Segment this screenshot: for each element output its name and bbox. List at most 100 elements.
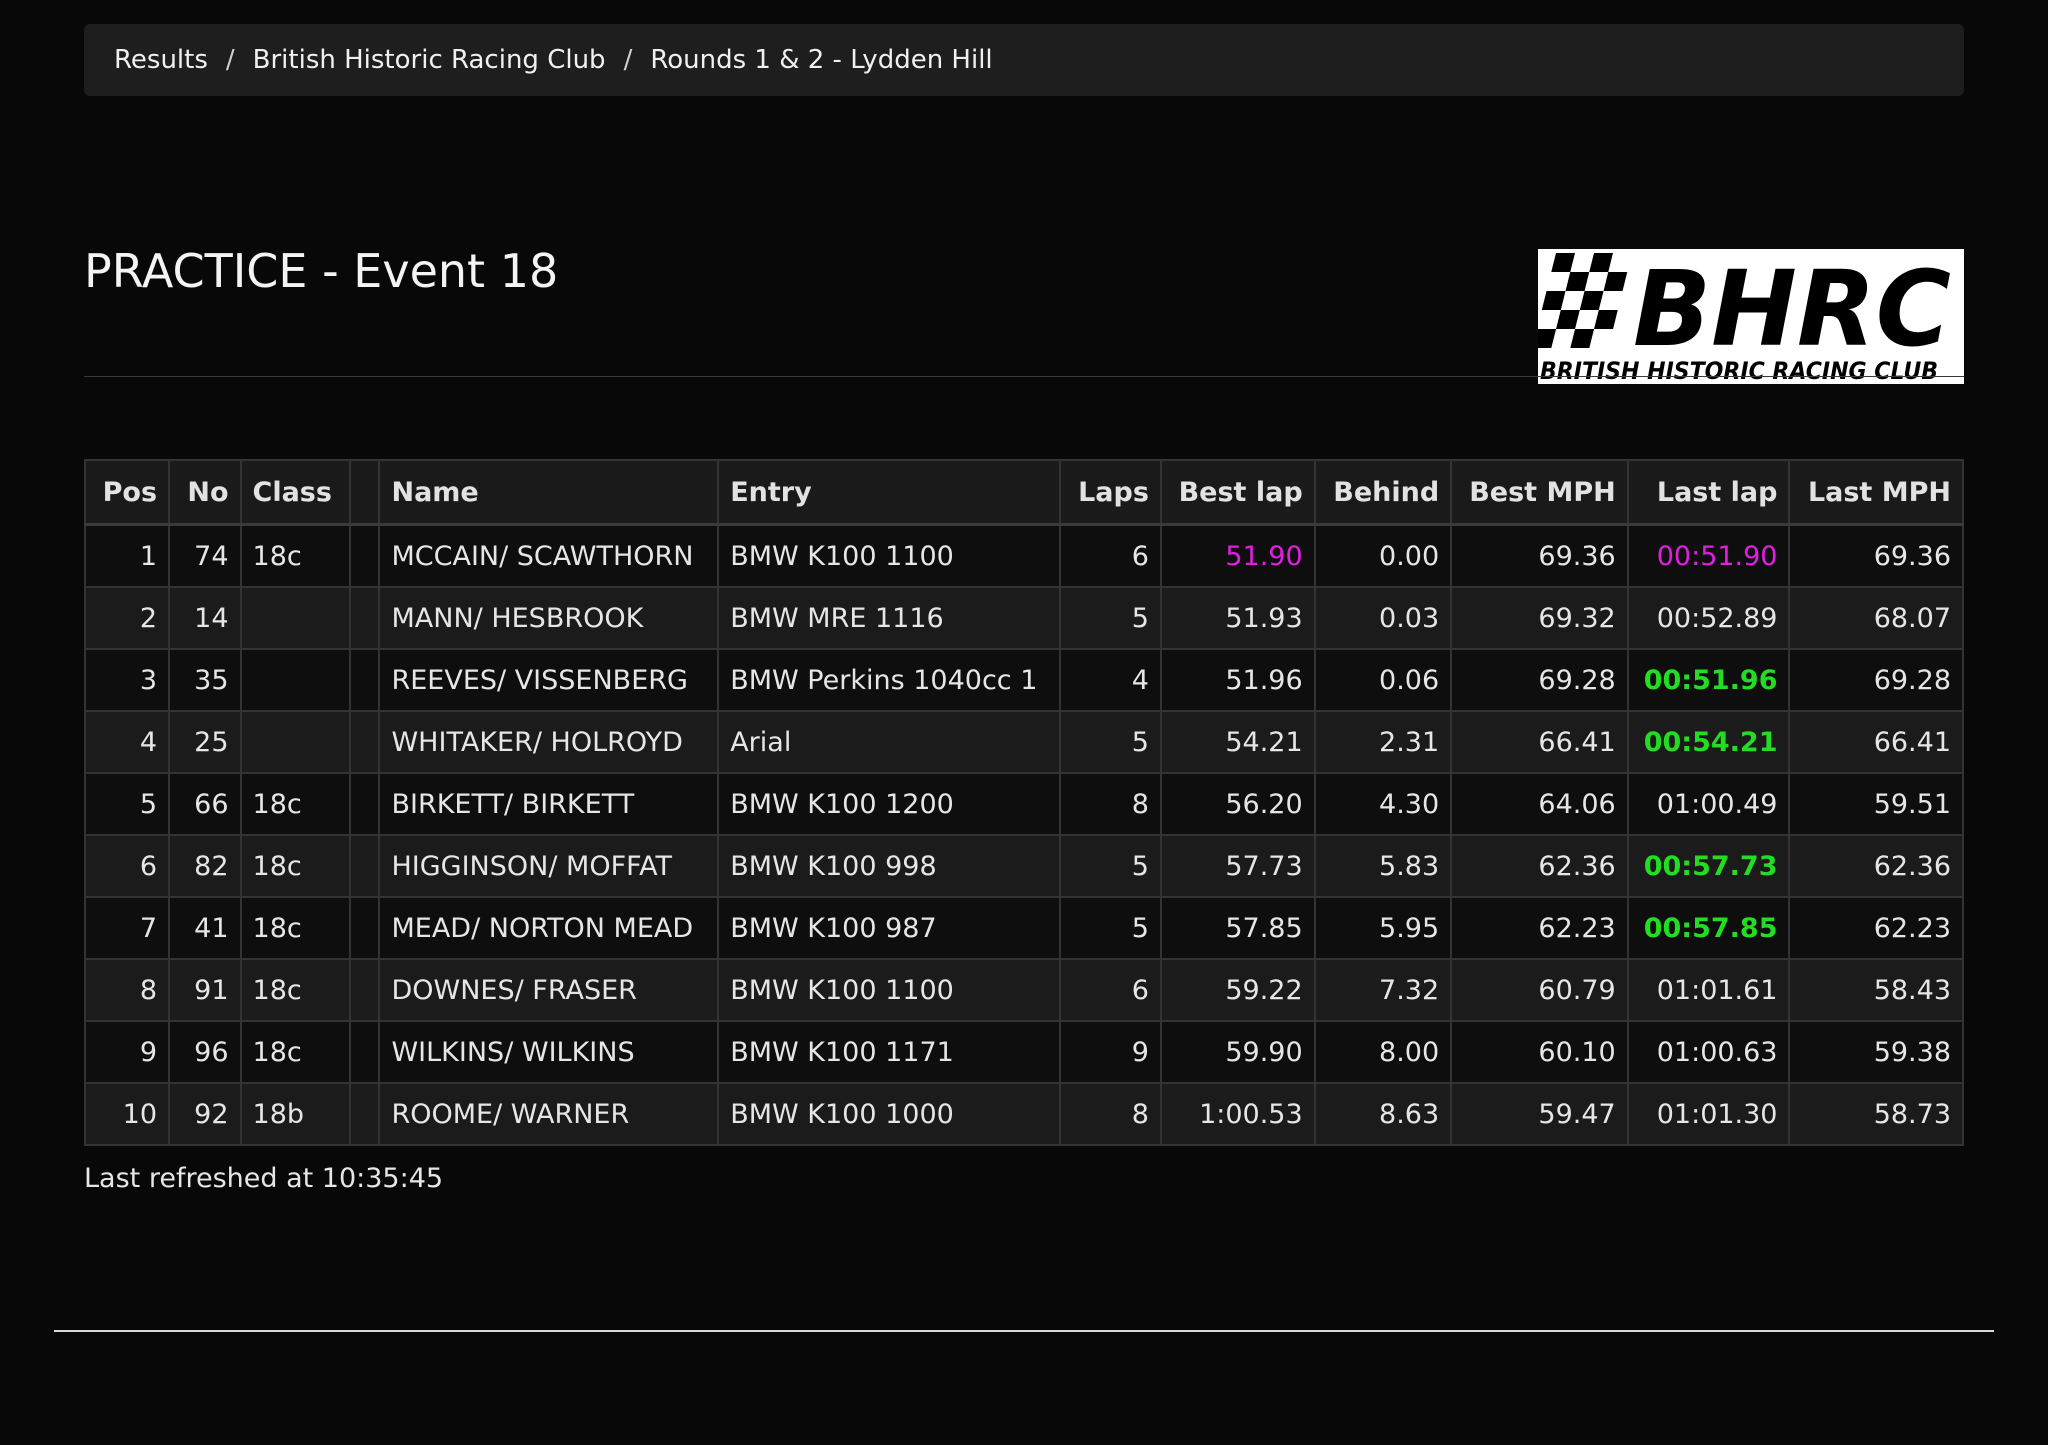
cell-behind: 2.31 bbox=[1313, 710, 1453, 774]
cell-best-mph: 59.47 bbox=[1450, 1082, 1629, 1146]
cell-best-lap: 51.96 bbox=[1159, 648, 1316, 712]
column-header: Best lap bbox=[1159, 459, 1316, 526]
cell-name: BIRKETT/ BIRKETT bbox=[378, 772, 720, 836]
table-header-row: Pos No Class Name Entry Laps Best lap Behind Bes… bbox=[83, 459, 1964, 526]
cell-behind: 8.00 bbox=[1313, 1020, 1453, 1084]
table-row: 7 41 18c MEAD/ NORTON MEAD BMW K100 987 5 57.8… bbox=[83, 896, 1964, 960]
cell-behind: 7.32 bbox=[1313, 958, 1453, 1022]
cell-best-lap: 57.73 bbox=[1159, 834, 1316, 898]
cell-name: ROOME/ WARNER bbox=[378, 1082, 720, 1146]
column-header: Laps bbox=[1059, 459, 1162, 526]
column-header bbox=[348, 459, 381, 526]
cell-pos: 1 bbox=[83, 523, 171, 588]
cell-best-lap: 56.20 bbox=[1159, 772, 1316, 836]
cell-best-mph: 69.32 bbox=[1450, 586, 1629, 650]
cell-pos: 9 bbox=[83, 1020, 171, 1084]
cell-laps: 9 bbox=[1059, 1020, 1162, 1084]
cell-flag bbox=[348, 958, 381, 1022]
cell-best-mph: 60.10 bbox=[1450, 1020, 1629, 1084]
header-divider bbox=[84, 376, 1964, 377]
cell-flag bbox=[348, 648, 381, 712]
cell-flag bbox=[348, 523, 381, 588]
cell-name: MEAD/ NORTON MEAD bbox=[378, 896, 720, 960]
cell-behind: 0.00 bbox=[1313, 523, 1453, 588]
cell-best-mph: 69.28 bbox=[1450, 648, 1629, 712]
cell-pos: 5 bbox=[83, 772, 171, 836]
column-header: Class bbox=[239, 459, 351, 526]
cell-name: WILKINS/ WILKINS bbox=[378, 1020, 720, 1084]
cell-class bbox=[239, 648, 351, 712]
cell-class: 18c bbox=[239, 772, 351, 836]
cell-name: WHITAKER/ HOLROYD bbox=[378, 710, 720, 774]
cell-no: 35 bbox=[168, 648, 242, 712]
cell-entry: BMW K100 1100 bbox=[717, 523, 1062, 588]
breadcrumb-meeting-link[interactable]: Rounds 1 & 2 - Lydden Hill bbox=[650, 45, 992, 75]
table-row: 6 82 18c HIGGINSON/ MOFFAT BMW K100 998 5 57.7… bbox=[83, 834, 1964, 898]
cell-laps: 8 bbox=[1059, 1082, 1162, 1146]
cell-best-lap: 51.90 bbox=[1159, 523, 1316, 588]
results-table: Pos No Class Name Entry Laps Best lap Behind Bes… bbox=[83, 459, 1964, 1146]
cell-laps: 6 bbox=[1059, 958, 1162, 1022]
table-row: 10 92 18b ROOME/ WARNER BMW K100 1000 8 1:00.5… bbox=[83, 1082, 1964, 1146]
cell-behind: 8.63 bbox=[1313, 1082, 1453, 1146]
cell-entry: Arial bbox=[717, 710, 1062, 774]
cell-entry: BMW K100 998 bbox=[717, 834, 1062, 898]
cell-last-mph: 62.23 bbox=[1788, 896, 1964, 960]
cell-class: 18c bbox=[239, 1020, 351, 1084]
cell-flag bbox=[348, 710, 381, 774]
column-header: Best MPH bbox=[1450, 459, 1629, 526]
column-header: Entry bbox=[717, 459, 1062, 526]
cell-last-lap: 01:00.63 bbox=[1626, 1020, 1791, 1084]
cell-last-mph: 62.36 bbox=[1788, 834, 1964, 898]
cell-class: 18c bbox=[239, 958, 351, 1022]
cell-laps: 6 bbox=[1059, 523, 1162, 588]
breadcrumb-separator: / bbox=[623, 45, 633, 75]
cell-name: MANN/ HESBROOK bbox=[378, 586, 720, 650]
cell-name: REEVES/ VISSENBERG bbox=[378, 648, 720, 712]
column-header: Behind bbox=[1313, 459, 1453, 526]
cell-entry: BMW K100 1200 bbox=[717, 772, 1062, 836]
breadcrumb-results-link[interactable]: Results bbox=[114, 45, 208, 75]
cell-last-lap: 00:51.90 bbox=[1626, 523, 1791, 588]
cell-last-mph: 69.36 bbox=[1788, 523, 1964, 588]
cell-entry: BMW MRE 1116 bbox=[717, 586, 1062, 650]
column-header: Pos bbox=[83, 459, 171, 526]
cell-no: 74 bbox=[168, 523, 242, 588]
cell-flag bbox=[348, 834, 381, 898]
breadcrumb-separator: / bbox=[225, 45, 235, 75]
cell-no: 25 bbox=[168, 710, 242, 774]
cell-pos: 8 bbox=[83, 958, 171, 1022]
cell-last-mph: 58.43 bbox=[1788, 958, 1964, 1022]
cell-best-lap: 51.93 bbox=[1159, 586, 1316, 650]
cell-behind: 5.83 bbox=[1313, 834, 1453, 898]
cell-last-mph: 58.73 bbox=[1788, 1082, 1964, 1146]
cell-behind: 0.06 bbox=[1313, 648, 1453, 712]
table-row: 3 35 REEVES/ VISSENBERG BMW Perkins 1040cc … bbox=[83, 648, 1964, 712]
cell-laps: 8 bbox=[1059, 772, 1162, 836]
breadcrumb-club-link[interactable]: British Historic Racing Club bbox=[253, 45, 606, 75]
footer-divider bbox=[54, 1330, 1994, 1332]
cell-last-mph: 68.07 bbox=[1788, 586, 1964, 650]
cell-best-mph: 62.36 bbox=[1450, 834, 1629, 898]
cell-best-lap: 1:00.53 bbox=[1159, 1082, 1316, 1146]
cell-name: MCCAIN/ SCAWTHORN bbox=[378, 523, 720, 588]
bhrc-logo: BHRC BRITISH HISTORIC RACING CLUB bbox=[1538, 249, 1964, 384]
cell-flag bbox=[348, 586, 381, 650]
cell-laps: 5 bbox=[1059, 710, 1162, 774]
cell-best-lap: 54.21 bbox=[1159, 710, 1316, 774]
cell-pos: 7 bbox=[83, 896, 171, 960]
cell-class: 18b bbox=[239, 1082, 351, 1146]
cell-best-mph: 60.79 bbox=[1450, 958, 1629, 1022]
column-header: Last lap bbox=[1626, 459, 1791, 526]
cell-entry: BMW K100 1100 bbox=[717, 958, 1062, 1022]
cell-flag bbox=[348, 1020, 381, 1084]
table-row: 4 25 WHITAKER/ HOLROYD Arial 5 54.21 2.31 66.41… bbox=[83, 710, 1964, 774]
cell-flag bbox=[348, 1082, 381, 1146]
cell-class bbox=[239, 586, 351, 650]
cell-last-lap: 00:54.21 bbox=[1626, 710, 1791, 774]
column-header: No bbox=[168, 459, 242, 526]
cell-class: 18c bbox=[239, 896, 351, 960]
cell-last-mph: 66.41 bbox=[1788, 710, 1964, 774]
page-title: PRACTICE - Event 18 bbox=[84, 244, 559, 298]
cell-pos: 10 bbox=[83, 1082, 171, 1146]
